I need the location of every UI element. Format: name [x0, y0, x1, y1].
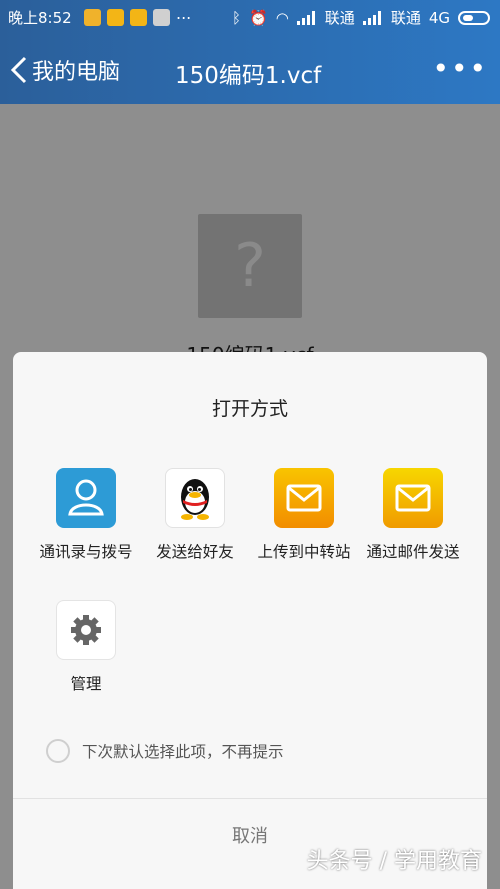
wifi-icon: ◠ — [275, 9, 289, 27]
app-option-email[interactable]: 通过邮件发送 — [354, 468, 472, 562]
app-option-label: 通讯录与拨号 — [39, 543, 133, 561]
navigation-bar: 我的电脑 150编码1.vcf ••• — [0, 42, 500, 98]
sheet-title: 打开方式 — [211, 398, 288, 420]
status-right: ᛒ ⏰ ◠ 联通 联通 4G — [232, 0, 490, 36]
app-option-send-friend[interactable]: 发送给好友 — [136, 468, 254, 562]
notification-mail-icon — [130, 9, 147, 26]
alarm-icon: ⏰ — [249, 9, 268, 27]
notification-app-icon — [153, 9, 170, 26]
notification-mail-icon — [107, 9, 124, 26]
status-time: 晚上8:52 — [8, 9, 72, 27]
signal-icon — [362, 11, 383, 25]
signal-icon — [296, 11, 317, 25]
chevron-left-icon — [10, 56, 27, 84]
app-option-label: 管理 — [70, 675, 102, 693]
remember-choice-label: 下次默认选择此项，不再提示 — [82, 743, 284, 761]
page-title: 150编码1.vcf — [175, 63, 322, 89]
remember-choice-row[interactable]: 下次默认选择此项，不再提示 — [46, 739, 284, 763]
back-label: 我的电脑 — [32, 60, 121, 85]
divider — [13, 798, 487, 799]
status-bar: 晚上8:52 ... ᛒ ⏰ ◠ 联通 联通 4G — [0, 0, 500, 36]
mail-icon — [274, 468, 334, 528]
app-option-label: 上传到中转站 — [257, 543, 351, 561]
remember-choice-checkbox[interactable] — [46, 739, 70, 763]
app-option-contacts[interactable]: 通讯录与拨号 — [27, 468, 145, 562]
carrier-1: 联通 — [324, 9, 355, 27]
status-dots: ... — [176, 4, 192, 23]
app-header: 晚上8:52 ... ᛒ ⏰ ◠ 联通 联通 4G 我的电脑 150编码1.vc… — [0, 0, 500, 104]
network-type: 4G — [428, 9, 450, 27]
unknown-file-icon: ? — [198, 214, 302, 318]
carrier-2: 联通 — [390, 9, 421, 27]
more-dots-icon[interactable]: ••• — [432, 52, 488, 85]
bluetooth-icon: ᛒ — [232, 9, 242, 27]
qq-penguin-icon — [165, 468, 225, 528]
app-option-label: 通过邮件发送 — [366, 543, 460, 561]
open-with-sheet: 打开方式 通讯录与拨号 发送给好友 上传到中转站 通过邮件发送 管理 下次默认选… — [13, 352, 487, 889]
gear-icon — [56, 600, 116, 660]
battery-icon — [458, 11, 490, 25]
back-button[interactable]: 我的电脑 — [10, 54, 120, 86]
notification-icons: ... — [84, 4, 192, 26]
app-option-label: 发送给好友 — [156, 543, 234, 561]
mail-icon — [383, 468, 443, 528]
notification-app-icon — [84, 9, 101, 26]
app-option-manage[interactable]: 管理 — [27, 600, 145, 694]
app-option-upload-transfer[interactable]: 上传到中转站 — [245, 468, 363, 562]
contacts-icon — [56, 468, 116, 528]
watermark: 头条号 / 学用教育 — [306, 849, 482, 874]
